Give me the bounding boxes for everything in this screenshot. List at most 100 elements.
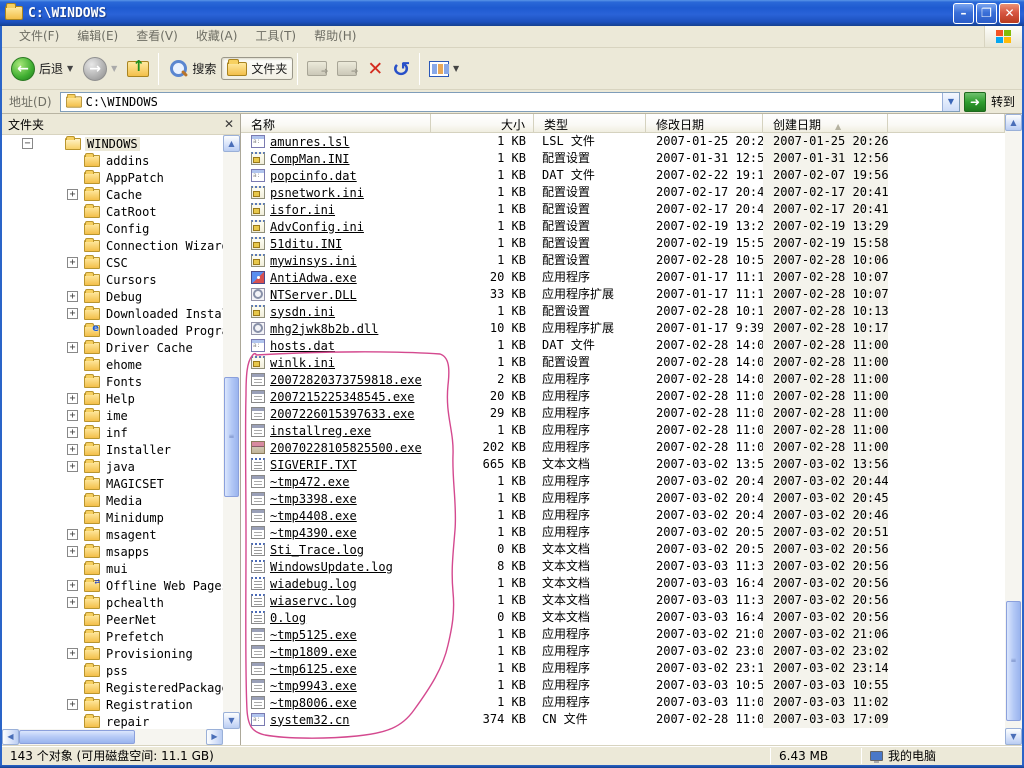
column-header-size[interactable]: 大小 xyxy=(431,114,534,133)
expand-icon[interactable]: + xyxy=(67,699,78,710)
file-row[interactable]: WindowsUpdate.log8 KB文本文档2007-03-03 11:3… xyxy=(241,558,1005,575)
tree-item-addins[interactable]: addins xyxy=(2,152,223,169)
tree-item-prefetch[interactable]: Prefetch xyxy=(2,628,223,645)
tree-item-ime[interactable]: +ime xyxy=(2,407,223,424)
tree-item-msapps[interactable]: +msapps xyxy=(2,543,223,560)
minimize-button[interactable]: – xyxy=(953,3,974,24)
expand-icon[interactable]: + xyxy=(67,444,78,455)
file-name-link[interactable]: ~tmp472.exe xyxy=(270,474,349,490)
tree-item-mui[interactable]: mui xyxy=(2,560,223,577)
tree-item-media[interactable]: Media xyxy=(2,492,223,509)
column-header-created[interactable]: 创建日期▲ xyxy=(763,114,888,133)
expand-icon[interactable]: + xyxy=(67,342,78,353)
tree-item-registeredpackages[interactable]: RegisteredPackages xyxy=(2,679,223,696)
file-row[interactable]: Sti_Trace.log0 KB文本文档2007-03-02 20:56200… xyxy=(241,541,1005,558)
tree-item-pss[interactable]: pss xyxy=(2,662,223,679)
tree-item-windows[interactable]: −WINDOWS xyxy=(2,135,223,152)
file-name-link[interactable]: 20070228105825500.exe xyxy=(270,440,422,456)
column-header-name[interactable]: 名称 xyxy=(241,114,431,133)
file-name-link[interactable]: ~tmp4390.exe xyxy=(270,525,357,541)
file-name-link[interactable]: Sti_Trace.log xyxy=(270,542,364,558)
file-row[interactable]: 51ditu.INI1 KB配置设置2007-02-19 15:582007-0… xyxy=(241,235,1005,252)
tree-vertical-scrollbar[interactable]: ▲ ≡ ▼ xyxy=(223,135,240,729)
file-row[interactable]: ~tmp8006.exe1 KB应用程序2007-03-03 11:022007… xyxy=(241,694,1005,711)
file-row[interactable]: isfor.ini1 KB配置设置2007-02-17 20:412007-02… xyxy=(241,201,1005,218)
tree-item-offline-web-pages[interactable]: +Offline Web Pages xyxy=(2,577,223,594)
tree-item-java[interactable]: +java xyxy=(2,458,223,475)
file-row[interactable]: sysdn.ini1 KB配置设置2007-02-28 10:132007-02… xyxy=(241,303,1005,320)
expand-icon[interactable]: + xyxy=(67,580,78,591)
menu-tools[interactable]: 工具(T) xyxy=(246,26,305,47)
tree-scroll-up-icon[interactable]: ▲ xyxy=(223,135,240,152)
column-header-type[interactable]: 类型 xyxy=(534,114,646,133)
list-scroll-thumb[interactable]: ≡ xyxy=(1006,601,1021,721)
file-name-link[interactable]: ~tmp8006.exe xyxy=(270,695,357,711)
tree-item-debug[interactable]: +Debug xyxy=(2,288,223,305)
file-row[interactable]: mhg2jwk8b2b.dll10 KB应用程序扩展2007-01-17 9:3… xyxy=(241,320,1005,337)
list-scroll-down-icon[interactable]: ▼ xyxy=(1005,728,1022,745)
file-row[interactable]: wiaservc.log1 KB文本文档2007-03-03 11:322007… xyxy=(241,592,1005,609)
expand-icon[interactable]: + xyxy=(67,529,78,540)
file-name-link[interactable]: NTServer.DLL xyxy=(270,287,357,303)
menu-file[interactable]: 文件(F) xyxy=(10,26,68,47)
file-row[interactable]: ~tmp5125.exe1 KB应用程序2007-03-02 21:062007… xyxy=(241,626,1005,643)
file-row[interactable]: ~tmp3398.exe1 KB应用程序2007-03-02 20:452007… xyxy=(241,490,1005,507)
tree-item-downloaded-installatio[interactable]: +Downloaded Installatio xyxy=(2,305,223,322)
expand-icon[interactable]: + xyxy=(67,291,78,302)
tree-item-magicset[interactable]: MAGICSET xyxy=(2,475,223,492)
menu-view[interactable]: 查看(V) xyxy=(127,26,187,47)
file-name-link[interactable]: mywinsys.ini xyxy=(270,253,357,269)
tree-item-repair[interactable]: repair xyxy=(2,713,223,729)
tree-item-config[interactable]: Config xyxy=(2,220,223,237)
expand-icon[interactable]: + xyxy=(67,189,78,200)
file-name-link[interactable]: AntiAdwa.exe xyxy=(270,270,357,286)
file-name-link[interactable]: ~tmp9943.exe xyxy=(270,678,357,694)
file-row[interactable]: ~tmp472.exe1 KB应用程序2007-03-02 20:442007-… xyxy=(241,473,1005,490)
file-name-link[interactable]: 0.log xyxy=(270,610,306,626)
file-row[interactable]: 20070228105825500.exe202 KB应用程序2007-02-2… xyxy=(241,439,1005,456)
expand-icon[interactable]: + xyxy=(67,410,78,421)
views-button[interactable]: ▼ xyxy=(424,59,464,79)
list-scroll-up-icon[interactable]: ▲ xyxy=(1005,114,1022,131)
tree-item-ehome[interactable]: ehome xyxy=(2,356,223,373)
tree-item-registration[interactable]: +Registration xyxy=(2,696,223,713)
file-row[interactable]: ~tmp1809.exe1 KB应用程序2007-03-02 23:022007… xyxy=(241,643,1005,660)
tree-item-cache[interactable]: +Cache xyxy=(2,186,223,203)
tree-item-catroot[interactable]: CatRoot xyxy=(2,203,223,220)
folders-button[interactable]: 文件夹 xyxy=(221,57,293,80)
file-name-link[interactable]: system32.cn xyxy=(270,712,349,728)
file-name-link[interactable]: winlk.ini xyxy=(270,355,335,371)
file-row[interactable]: SIGVERIF.TXT665 KB文本文档2007-03-02 13:5620… xyxy=(241,456,1005,473)
file-name-link[interactable]: 2007226015397633.exe xyxy=(270,406,415,422)
file-name-link[interactable]: 20072820373759818.exe xyxy=(270,372,422,388)
file-row[interactable]: 2007226015397633.exe29 KB应用程序2007-02-28 … xyxy=(241,405,1005,422)
tree-item-msagent[interactable]: +msagent xyxy=(2,526,223,543)
file-name-link[interactable]: ~tmp4408.exe xyxy=(270,508,357,524)
tree-scroll-down-icon[interactable]: ▼ xyxy=(223,712,240,729)
file-name-link[interactable]: installreg.exe xyxy=(270,423,371,439)
forward-button[interactable]: → ▼ xyxy=(78,55,122,83)
go-button[interactable]: ➜ xyxy=(964,92,986,112)
collapse-icon[interactable]: − xyxy=(22,138,33,149)
tree-item-provisioning[interactable]: +Provisioning xyxy=(2,645,223,662)
expand-icon[interactable]: + xyxy=(67,546,78,557)
file-row[interactable]: installreg.exe1 KB应用程序2007-02-28 11:0120… xyxy=(241,422,1005,439)
file-row[interactable]: ~tmp6125.exe1 KB应用程序2007-03-02 23:142007… xyxy=(241,660,1005,677)
file-row[interactable]: CompMan.INI1 KB配置设置2007-01-31 12:562007-… xyxy=(241,150,1005,167)
file-row[interactable]: AdvConfig.ini1 KB配置设置2007-02-19 13:29200… xyxy=(241,218,1005,235)
tree-scroll-right-icon[interactable]: ▶ xyxy=(206,729,223,745)
expand-icon[interactable]: + xyxy=(67,257,78,268)
tree-hscroll-thumb[interactable] xyxy=(19,730,135,744)
file-name-link[interactable]: 51ditu.INI xyxy=(270,236,342,252)
tree-item-help[interactable]: +Help xyxy=(2,390,223,407)
undo-button[interactable]: ↺ xyxy=(388,57,415,81)
tree-item-apppatch[interactable]: AppPatch xyxy=(2,169,223,186)
menu-favorites[interactable]: 收藏(A) xyxy=(187,26,247,47)
file-name-link[interactable]: mhg2jwk8b2b.dll xyxy=(270,321,378,337)
file-name-link[interactable]: WindowsUpdate.log xyxy=(270,559,393,575)
file-name-link[interactable]: psnetwork.ini xyxy=(270,185,364,201)
file-name-link[interactable]: ~tmp6125.exe xyxy=(270,661,357,677)
forward-dropdown-icon[interactable]: ▼ xyxy=(111,64,117,73)
tree-item-driver-cache[interactable]: +Driver Cache xyxy=(2,339,223,356)
tree-item-peernet[interactable]: PeerNet xyxy=(2,611,223,628)
